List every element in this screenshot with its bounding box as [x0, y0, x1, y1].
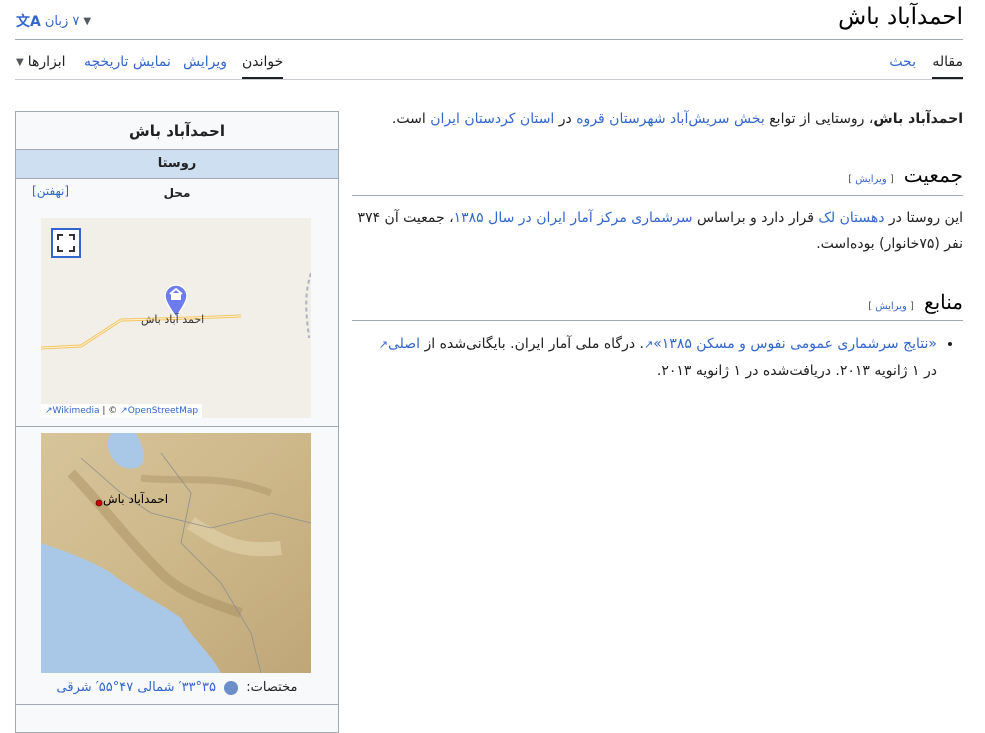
infobox-divider [16, 426, 338, 427]
tabs-divider [15, 79, 963, 80]
globe-icon[interactable] [224, 680, 239, 695]
coordinates: مختصات: ۳۵°۳۳′ شمالی ۴۷°۵۵′ شرقی [56, 680, 298, 695]
reference-list: «نتایج سرشماری عمومی نفوس و مسکن ۱۳۸۵»↗.… [363, 331, 963, 384]
heading-population: جمعیت [ ویرایش ] [848, 163, 963, 187]
heading-sources: منابع [ ویرایش ] [868, 290, 963, 314]
hide-toggle[interactable]: [نهفتن] [32, 184, 69, 198]
infobox: احمدآباد باش روستا محل [نهفتن] احمد آباد… [15, 111, 339, 733]
article-subject: احمدآباد باش [873, 111, 963, 127]
location-map[interactable]: احمد آباد باش ↗Wikimedia | © ↗OpenStreet… [41, 218, 311, 418]
section-divider [352, 320, 963, 321]
section-divider [352, 195, 963, 196]
external-link-icon: ↗ [643, 338, 654, 351]
tab-talk[interactable]: بحث [889, 54, 916, 77]
tools-menu[interactable]: ▼ ابزارها [16, 54, 66, 77]
link-wikimedia[interactable]: ↗Wikimedia [45, 406, 100, 416]
link-census-results[interactable]: «نتایج سرشماری عمومی نفوس و مسکن ۱۳۸۵» [653, 336, 937, 352]
map-place-label: احمدآباد باش [103, 492, 169, 506]
translate-icon: 文A [16, 14, 41, 30]
infobox-type: روستا [16, 149, 338, 179]
link-sarishabad[interactable]: بخش سریش‌آباد [670, 111, 765, 127]
tab-history[interactable]: نمایش تاریخچه [84, 54, 171, 77]
infobox-title: احمدآباد باش [129, 122, 225, 140]
section-edit-sources[interactable]: [ ویرایش ] [868, 301, 914, 312]
coordinates-link[interactable]: ۳۵°۳۳′ شمالی ۴۷°۵۵′ شرقی [57, 680, 216, 695]
relief-map-graphic [41, 433, 311, 673]
language-count: ۷ زبان [44, 13, 80, 29]
chevron-down-icon: ▼ [16, 56, 24, 68]
map-place-label: احمد آباد باش [141, 313, 205, 326]
title-divider [15, 39, 963, 40]
population-paragraph: این روستا در دهستان لک قرار دارد و براسا… [357, 210, 963, 252]
link-census-1385[interactable]: سرشماری مرکز آمار ایران در سال ۱۳۸۵ [454, 210, 693, 226]
iran-relief-map[interactable]: احمدآباد باش [41, 433, 311, 673]
language-button[interactable]: ▼ ۷ زبان 文A [16, 11, 93, 31]
link-archive-original[interactable]: اصلی [388, 336, 420, 352]
link-lak-district[interactable]: دهستان لک [818, 210, 884, 226]
tab-edit[interactable]: ویرایش [183, 54, 227, 77]
infobox-divider [16, 704, 338, 705]
intro-paragraph: احمدآباد باش، روستایی از توابع بخش سریش‌… [391, 111, 963, 127]
page-title: احمدآباد باش [838, 4, 963, 30]
location-dot-icon [95, 499, 103, 507]
list-item: «نتایج سرشماری عمومی نفوس و مسکن ۱۳۸۵»↗.… [363, 331, 937, 384]
fullscreen-icon[interactable] [51, 228, 81, 258]
tab-article[interactable]: مقاله [932, 54, 963, 79]
map-attribution: ↗Wikimedia | © ↗OpenStreetMap [41, 404, 203, 418]
chevron-down-icon: ▼ [83, 15, 92, 27]
link-kurdistan[interactable]: استان کردستان [464, 111, 554, 127]
tools-label: ابزارها [27, 54, 66, 70]
tab-read[interactable]: خواندن [242, 54, 284, 79]
section-edit-population[interactable]: [ ویرایش ] [848, 174, 894, 185]
link-osm[interactable]: ↗OpenStreetMap [120, 406, 198, 416]
external-link-icon: ↗ [378, 338, 388, 351]
link-qorveh[interactable]: شهرستان قروه [576, 111, 665, 127]
link-iran[interactable]: ایران [430, 111, 460, 127]
